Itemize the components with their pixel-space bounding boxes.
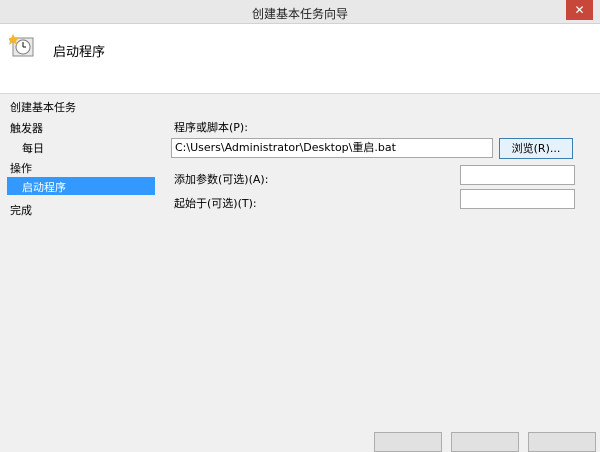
page-title: 启动程序 [53, 45, 106, 60]
startin-label: 起始于(可选)(T): [174, 197, 257, 210]
cancel-button[interactable] [528, 432, 596, 452]
program-input[interactable]: C:\Users\Administrator\Desktop\重启.bat [171, 138, 493, 158]
program-label: 程序或脚本(P): [174, 121, 248, 134]
step-daily[interactable]: 每日 [22, 140, 44, 156]
step-finish[interactable]: 完成 [10, 202, 32, 218]
back-button[interactable] [374, 432, 442, 452]
next-button[interactable] [451, 432, 519, 452]
wizard-header: 启动程序 [0, 24, 600, 93]
step-action[interactable]: 操作 [10, 160, 32, 176]
step-create-basic-task[interactable]: 创建基本任务 [10, 99, 76, 115]
window-title: 创建基本任务向导 [251, 7, 348, 21]
step-start-program-label: 启动程序 [22, 181, 66, 194]
args-input[interactable] [460, 165, 575, 185]
step-start-program[interactable]: 启动程序 [7, 177, 155, 195]
close-button[interactable]: ✕ [566, 0, 593, 20]
step-trigger[interactable]: 触发器 [10, 120, 43, 136]
startin-input[interactable] [460, 189, 575, 209]
args-label: 添加参数(可选)(A): [174, 173, 269, 186]
title-bar: 创建基本任务向导 ✕ [0, 0, 600, 24]
browse-button[interactable]: 浏览(R)... [499, 138, 573, 159]
task-clock-icon [9, 34, 34, 57]
wizard-steps-nav: 创建基本任务 触发器 每日 操作 完成 [0, 94, 160, 439]
